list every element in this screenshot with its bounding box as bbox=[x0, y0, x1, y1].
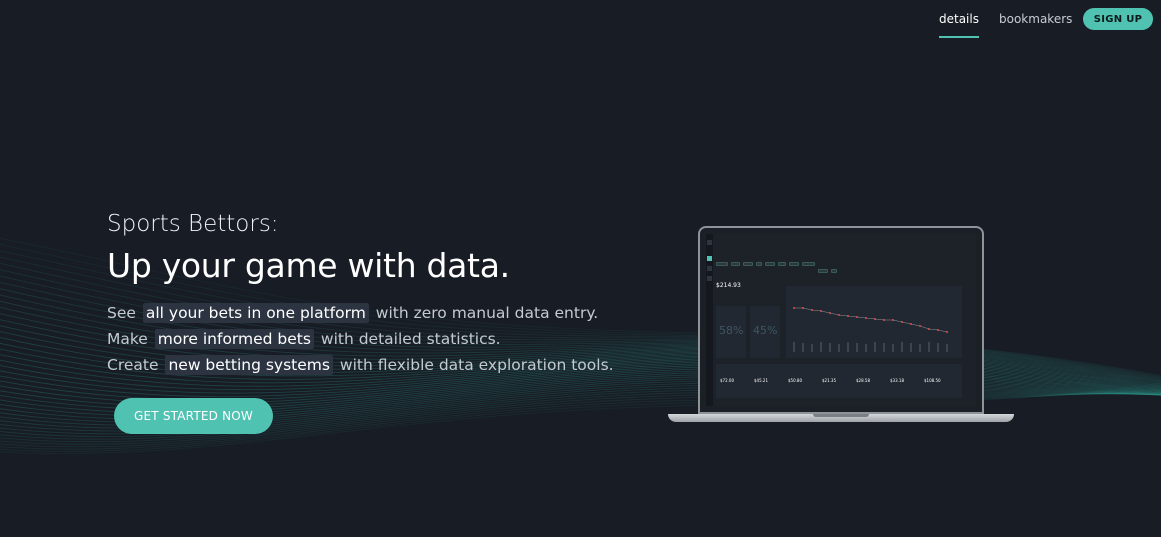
chart-bar bbox=[811, 344, 813, 352]
filter-pill bbox=[831, 269, 837, 273]
chart-point bbox=[874, 318, 876, 320]
filter-pill bbox=[743, 262, 753, 266]
feature-line-post: with zero manual data entry. bbox=[375, 304, 599, 322]
filter-pill bbox=[778, 262, 786, 266]
filter-pill bbox=[756, 262, 762, 266]
nav-bookmakers-link[interactable]: bookmakers bbox=[999, 12, 1072, 36]
chart-bar bbox=[901, 342, 903, 352]
laptop-notch bbox=[813, 414, 869, 417]
chart-bar bbox=[874, 342, 876, 352]
feature-line-pre: Create bbox=[107, 356, 159, 374]
sidebar-icon bbox=[707, 256, 712, 261]
stat-win-rate: 58% bbox=[719, 324, 744, 337]
filter-pill bbox=[789, 262, 799, 266]
landing-page: details bookmakers SIGN UP Sports Bettor… bbox=[0, 0, 1161, 537]
mini-line-chart bbox=[793, 307, 948, 352]
chart-point bbox=[883, 319, 885, 321]
screenshot-sidebar bbox=[706, 234, 713, 406]
chart-point bbox=[901, 321, 903, 323]
chart-point bbox=[811, 309, 813, 311]
feature-line-post: with detailed statistics. bbox=[320, 330, 501, 348]
summary-value: $72.00 bbox=[720, 378, 734, 383]
filter-pill bbox=[818, 269, 828, 273]
chart-point bbox=[838, 314, 840, 316]
chart-bar bbox=[946, 344, 948, 352]
signup-button[interactable]: SIGN UP bbox=[1083, 8, 1153, 30]
app-screenshot: $214.93 58% 45% $72.00 $45.21 $50.80 $21.35… bbox=[706, 234, 976, 406]
chart-point bbox=[802, 307, 804, 309]
feature-line-1: See all your bets in one platform with z… bbox=[107, 303, 599, 323]
chart-bar bbox=[802, 343, 804, 352]
get-started-button[interactable]: GET STARTED NOW bbox=[114, 398, 273, 434]
feature-line-pre: See bbox=[107, 304, 136, 322]
chart-bar bbox=[847, 342, 849, 352]
nav-details-link[interactable]: details bbox=[939, 12, 979, 38]
hero-headline: Up your game with data. bbox=[107, 246, 510, 285]
stat-roi: 45% bbox=[753, 324, 778, 337]
summary-value: $50.80 bbox=[788, 378, 802, 383]
feature-highlight: new betting systems bbox=[165, 355, 333, 375]
feature-line-2: Make more informed bets with detailed st… bbox=[107, 329, 501, 349]
sidebar-icon bbox=[707, 240, 712, 245]
chart-point bbox=[937, 329, 939, 331]
summary-value: $28.58 bbox=[856, 378, 870, 383]
summary-value: $108.50 bbox=[924, 378, 941, 383]
summary-value: $45.21 bbox=[754, 378, 768, 383]
feature-line-3: Create new betting systems with flexible… bbox=[107, 355, 614, 375]
feature-highlight: more informed bets bbox=[154, 329, 314, 349]
balance-value: $214.93 bbox=[716, 282, 741, 289]
chart-point bbox=[946, 331, 948, 333]
chart-bar bbox=[820, 342, 822, 352]
sidebar-icon bbox=[707, 266, 712, 271]
chart-point bbox=[856, 316, 858, 318]
chart-point bbox=[892, 319, 894, 321]
chart-bar bbox=[892, 344, 894, 352]
chart-bar bbox=[865, 344, 867, 352]
chart-bar bbox=[838, 344, 840, 352]
chart-point bbox=[928, 328, 930, 330]
chart-bar bbox=[883, 343, 885, 352]
chart-bar bbox=[937, 343, 939, 352]
chart-point bbox=[820, 310, 822, 312]
chart-bar bbox=[856, 343, 858, 352]
chart-point bbox=[793, 307, 795, 309]
chart-bar bbox=[928, 342, 930, 352]
filter-pill bbox=[765, 262, 775, 266]
chart-point bbox=[847, 315, 849, 317]
chart-bar bbox=[793, 342, 795, 352]
filter-pill bbox=[802, 262, 815, 266]
chart-point bbox=[829, 312, 831, 314]
chart-point bbox=[919, 325, 921, 327]
chart-bar bbox=[910, 343, 912, 352]
chart-point bbox=[910, 323, 912, 325]
summary-value: $21.35 bbox=[822, 378, 836, 383]
sidebar-icon bbox=[707, 276, 712, 281]
feature-line-pre: Make bbox=[107, 330, 148, 348]
feature-highlight: all your bets in one platform bbox=[142, 303, 369, 323]
filter-pill bbox=[716, 262, 728, 266]
summary-value: $33.18 bbox=[890, 378, 904, 383]
chart-bar bbox=[919, 344, 921, 352]
chart-bar bbox=[829, 343, 831, 352]
chart-point bbox=[865, 317, 867, 319]
hero-eyebrow: Sports Bettors: bbox=[107, 211, 279, 237]
chart-line bbox=[794, 307, 948, 333]
filter-pill bbox=[731, 262, 740, 266]
feature-line-post: with flexible data exploration tools. bbox=[339, 356, 614, 374]
